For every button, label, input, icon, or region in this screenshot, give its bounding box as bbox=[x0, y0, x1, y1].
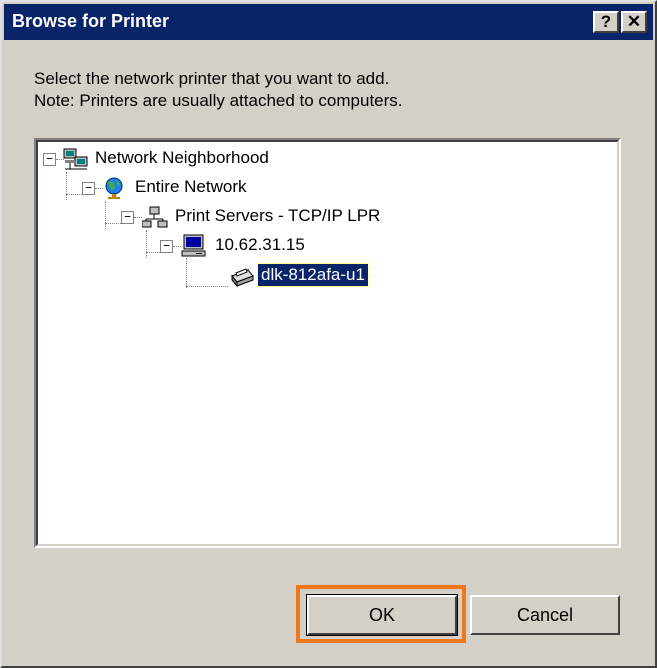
ok-button[interactable]: OK bbox=[306, 594, 458, 636]
tree-line bbox=[186, 286, 228, 287]
tree-node-network-neighborhood[interactable]: Network Neighborhood bbox=[92, 147, 272, 169]
help-icon: ? bbox=[600, 12, 612, 31]
tree-inner-border bbox=[36, 140, 619, 546]
browse-for-printer-dialog: Browse for Printer ? ✕ Select the networ… bbox=[0, 0, 657, 668]
instruction-line-1: Select the network printer that you want… bbox=[34, 69, 390, 88]
tree-line bbox=[66, 172, 67, 200]
title-bar[interactable]: Browse for Printer ? ✕ bbox=[4, 4, 653, 40]
print-server-icon bbox=[142, 206, 168, 228]
tree-line bbox=[105, 223, 121, 224]
dialog-title: Browse for Printer bbox=[12, 11, 170, 31]
tree-node-entire-network[interactable]: Entire Network bbox=[132, 176, 249, 198]
tree-line bbox=[186, 258, 187, 288]
collapse-toggle[interactable]: − bbox=[121, 211, 134, 224]
tree-line bbox=[105, 201, 106, 229]
instruction-line-2: Note: Printers are usually attached to c… bbox=[34, 91, 403, 110]
close-icon: ✕ bbox=[626, 12, 642, 31]
close-button[interactable]: ✕ bbox=[621, 11, 647, 33]
tree-line bbox=[66, 194, 82, 195]
network-neighborhood-icon bbox=[63, 148, 88, 170]
globe-icon bbox=[105, 177, 123, 199]
printer-icon bbox=[231, 268, 254, 288]
collapse-toggle[interactable]: − bbox=[82, 182, 95, 195]
tree-line bbox=[134, 217, 142, 218]
tree-line bbox=[146, 230, 147, 258]
help-button[interactable]: ? bbox=[593, 11, 619, 33]
computer-icon bbox=[181, 234, 206, 257]
tree-node-printer[interactable]: dlk-812afa-u1 bbox=[257, 263, 369, 287]
collapse-toggle[interactable]: − bbox=[43, 153, 56, 166]
tree-node-ip-address[interactable]: 10.62.31.15 bbox=[212, 234, 308, 256]
collapse-toggle[interactable]: − bbox=[160, 240, 173, 253]
tree-line bbox=[173, 246, 181, 247]
tree-node-print-servers[interactable]: Print Servers - TCP/IP LPR bbox=[172, 205, 383, 227]
cancel-button[interactable]: Cancel bbox=[470, 595, 620, 635]
printer-tree-view[interactable]: − Network Neighborhood − Entire Network … bbox=[34, 138, 621, 548]
instructions: Select the network printer that you want… bbox=[34, 68, 403, 112]
